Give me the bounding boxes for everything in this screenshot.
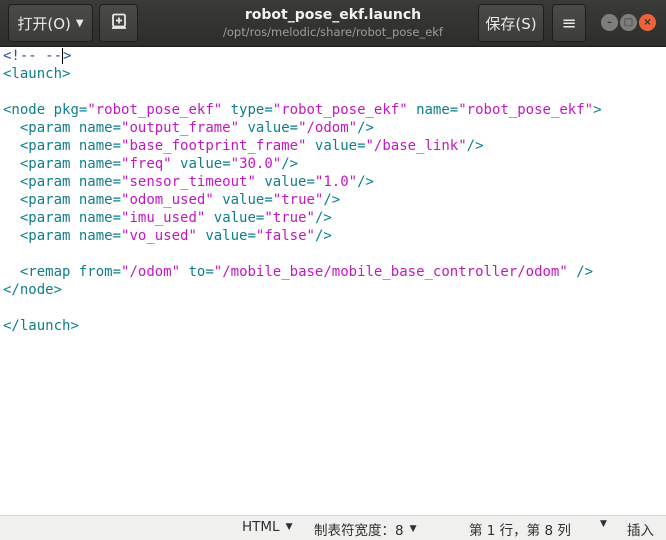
maximize-icon: □ [623, 16, 634, 28]
minimize-button[interactable]: – [601, 14, 618, 31]
code-line[interactable]: <node pkg="robot_pose_ekf" type="robot_p… [3, 101, 666, 119]
code-line[interactable]: <param name="imu_used" value="true"/> [3, 209, 666, 227]
code-line[interactable]: <param name="vo_used" value="false"/> [3, 227, 666, 245]
save-button[interactable]: 保存(S) [478, 4, 544, 42]
code-line[interactable] [3, 83, 666, 101]
code-line[interactable]: <param name="odom_used" value="true"/> [3, 191, 666, 209]
cursor-position[interactable]: 第 1 行，第 8 列 [469, 519, 571, 539]
close-icon: × [643, 16, 652, 28]
chevron-down-icon: ▼ [409, 524, 417, 534]
maximize-button[interactable]: □ [620, 14, 637, 31]
tab-width-selector[interactable]: 制表符宽度：8 ▼ [314, 519, 417, 539]
code-line[interactable]: <param name="sensor_timeout" value="1.0"… [3, 173, 666, 191]
code-line[interactable] [3, 245, 666, 263]
open-button[interactable]: 打开(O) ▼ [8, 4, 93, 42]
cursor-position-label: 第 1 行，第 8 列 [469, 523, 571, 539]
code-line[interactable]: </launch> [3, 317, 666, 335]
code-line[interactable]: <!-- --> [3, 47, 666, 65]
code-line[interactable]: <param name="freq" value="30.0"/> [3, 155, 666, 173]
window-title: robot_pose_ekf.launch [244, 7, 422, 23]
text-editor[interactable]: <!-- --> <launch> <node pkg="robot_pose_e… [0, 47, 666, 515]
code-line[interactable] [3, 299, 666, 317]
save-button-label: 保存(S) [485, 14, 537, 33]
menu-button[interactable]: ≡ [552, 4, 586, 42]
chevron-down-icon: ▼ [600, 519, 607, 529]
chevron-down-icon: ▼ [285, 522, 293, 532]
chevron-down-icon: ▼ [75, 17, 84, 29]
code-view[interactable]: <!-- --> <launch> <node pkg="robot_pose_e… [0, 47, 666, 335]
code-line[interactable]: <param name="base_footprint_frame" value… [3, 137, 666, 155]
header-bar: 打开(O) ▼ robot_pose_ekf.launch /opt/ros/m… [0, 0, 666, 47]
minimize-icon: – [607, 16, 612, 28]
code-line[interactable]: <remap from="/odom" to="/mobile_base/mob… [3, 263, 666, 281]
new-tab-icon [110, 12, 128, 34]
language-selector[interactable]: HTML ▼ [242, 519, 293, 535]
status-bar: HTML ▼ 制表符宽度：8 ▼ 第 1 行，第 8 列 ▼ 插入 [0, 515, 666, 540]
window-subtitle: /opt/ros/melodic/share/robot_pose_ekf [223, 25, 443, 39]
window-title-area: robot_pose_ekf.launch /opt/ros/melodic/s… [150, 6, 516, 40]
code-line[interactable]: <param name="output_frame" value="/odom"… [3, 119, 666, 137]
close-button[interactable]: × [639, 14, 656, 31]
hamburger-menu-icon: ≡ [561, 12, 577, 34]
position-menu-button[interactable]: ▼ [594, 519, 607, 529]
insert-mode-label: 插入 [627, 523, 654, 539]
code-line[interactable]: </node> [3, 281, 666, 299]
new-tab-button[interactable] [99, 4, 138, 42]
insert-mode[interactable]: 插入 [627, 519, 654, 539]
language-label: HTML [242, 519, 280, 535]
code-line[interactable]: <launch> [3, 65, 666, 83]
tab-width-label: 制表符宽度：8 [314, 523, 404, 539]
open-button-label: 打开(O) [17, 14, 71, 33]
